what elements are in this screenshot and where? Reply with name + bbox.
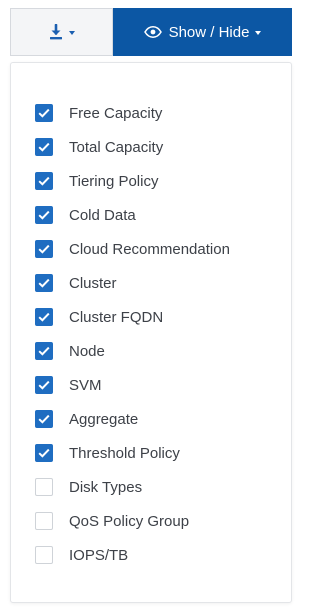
checkbox[interactable]: [35, 546, 53, 564]
column-option-label: QoS Policy Group: [69, 512, 190, 530]
checkmark-icon: [38, 108, 50, 118]
checkbox[interactable]: [35, 308, 53, 326]
column-option-label: SVM: [69, 376, 102, 394]
column-option[interactable]: Tiering Policy: [35, 164, 230, 198]
column-option[interactable]: Threshold Policy: [35, 436, 230, 470]
checkmark-icon: [38, 312, 50, 322]
checkbox[interactable]: [35, 172, 53, 190]
toolbar: Show / Hide: [10, 8, 292, 56]
column-option[interactable]: Cloud Recommendation: [35, 232, 230, 266]
column-visibility-dropdown: Free Capacity Total Capacity Tiering Pol…: [10, 62, 292, 603]
column-option-label: Cold Data: [69, 206, 136, 224]
eye-icon: [143, 26, 162, 38]
chevron-down-icon: [255, 31, 262, 35]
column-option[interactable]: Aggregate: [35, 402, 230, 436]
checkbox[interactable]: [35, 206, 53, 224]
column-checkbox-list: Free Capacity Total Capacity Tiering Pol…: [35, 96, 230, 572]
column-option[interactable]: Disk Types: [35, 470, 230, 504]
chevron-down-icon: [68, 30, 75, 35]
checkmark-icon: [38, 244, 50, 254]
column-option[interactable]: Node: [35, 334, 230, 368]
show-hide-button[interactable]: Show / Hide: [113, 8, 292, 56]
checkmark-icon: [38, 448, 50, 458]
column-option-label: Cloud Recommendation: [69, 240, 230, 258]
download-button[interactable]: [10, 8, 113, 56]
column-option-label: IOPS/TB: [69, 546, 129, 564]
checkmark-icon: [38, 142, 50, 152]
checkbox[interactable]: [35, 104, 53, 122]
column-option-label: Threshold Policy: [69, 444, 180, 462]
column-option[interactable]: SVM: [35, 368, 230, 402]
column-option-label: Aggregate: [69, 410, 139, 428]
column-option-label: Node: [69, 342, 105, 360]
column-option[interactable]: Cold Data: [35, 198, 230, 232]
checkbox[interactable]: [35, 512, 53, 530]
checkmark-icon: [38, 346, 50, 356]
checkbox[interactable]: [35, 410, 53, 428]
column-option-label: Free Capacity: [69, 104, 163, 122]
checkbox[interactable]: [35, 274, 53, 292]
checkbox[interactable]: [35, 138, 53, 156]
checkmark-icon: [38, 414, 50, 424]
column-option-label: Tiering Policy: [69, 172, 159, 190]
checkbox[interactable]: [35, 478, 53, 496]
checkmark-icon: [38, 278, 50, 288]
column-option[interactable]: Cluster FQDN: [35, 300, 230, 334]
column-option-label: Cluster FQDN: [69, 308, 164, 326]
checkbox[interactable]: [35, 376, 53, 394]
checkbox[interactable]: [35, 342, 53, 360]
checkmark-icon: [38, 176, 50, 186]
column-option[interactable]: IOPS/TB: [35, 538, 230, 572]
column-option[interactable]: Cluster: [35, 266, 230, 300]
column-option-label: Disk Types: [69, 478, 143, 496]
download-icon: [49, 24, 62, 40]
checkbox[interactable]: [35, 240, 53, 258]
column-option[interactable]: Total Capacity: [35, 130, 230, 164]
checkbox[interactable]: [35, 444, 53, 462]
page: Show / Hide Free Capacity Total Capacity…: [0, 0, 295, 608]
column-option[interactable]: Free Capacity: [35, 96, 230, 130]
show-hide-label: Show / Hide: [168, 23, 250, 41]
column-option-label: Cluster: [69, 274, 117, 292]
checkmark-icon: [38, 380, 50, 390]
column-option[interactable]: QoS Policy Group: [35, 504, 230, 538]
column-option-label: Total Capacity: [69, 138, 164, 156]
checkmark-icon: [38, 210, 50, 220]
